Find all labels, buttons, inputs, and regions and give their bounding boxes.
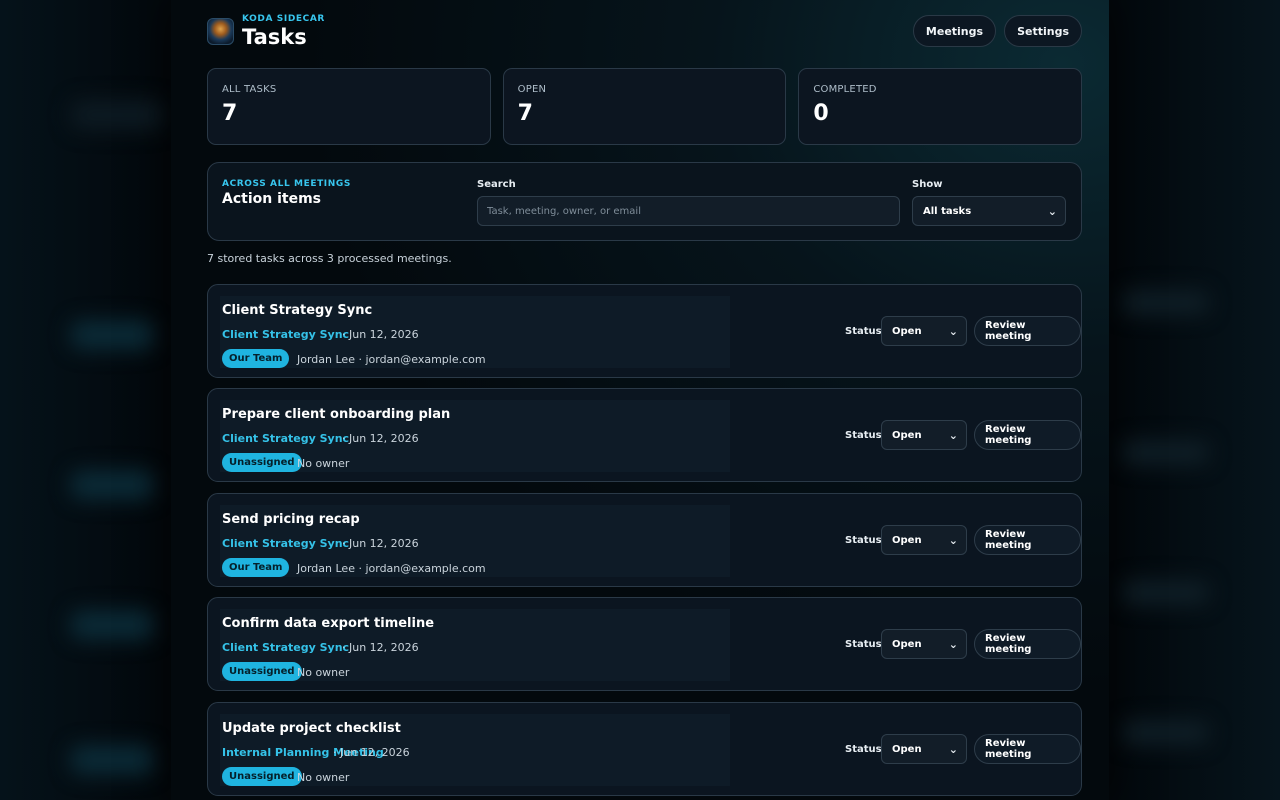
brand-label: KODA SIDECAR <box>242 14 325 24</box>
stat-label: COMPLETED <box>813 84 877 95</box>
settings-button[interactable]: Settings <box>1004 15 1082 47</box>
page-title: Tasks <box>242 25 307 49</box>
task-owner: Jordan Lee · jordan@example.com <box>297 562 486 575</box>
status-label: Status <box>845 430 882 441</box>
status-select[interactable]: Open ⌄ <box>881 525 967 555</box>
show-select[interactable]: All tasks ⌄ <box>912 196 1066 226</box>
status-select-value: Open <box>892 429 922 441</box>
task-title: Prepare client onboarding plan <box>222 407 451 422</box>
chevron-down-icon: ⌄ <box>948 742 958 756</box>
search-label: Search <box>477 179 516 190</box>
background-blur-shape <box>1120 440 1210 465</box>
task-date: · Jun 12, 2026 <box>333 746 410 759</box>
review-meeting-button[interactable]: Review meeting <box>974 629 1081 659</box>
owner-badge: Unassigned <box>222 662 302 681</box>
chevron-down-icon: ⌄ <box>948 428 958 442</box>
background-blur-shape <box>70 610 155 640</box>
tasks-panel: KODA SIDECAR Tasks Meetings Settings ALL… <box>171 0 1109 800</box>
stat-card-open: OPEN 7 <box>502 68 787 145</box>
review-meeting-button[interactable]: Review meeting <box>974 525 1081 555</box>
status-select-value: Open <box>892 743 922 755</box>
status-select[interactable]: Open ⌄ <box>881 629 967 659</box>
task-meeting-link[interactable]: Client Strategy Sync <box>222 641 349 654</box>
filter-eyebrow: ACROSS ALL MEETINGS <box>222 179 351 189</box>
stat-card-all-tasks: ALL TASKS 7 <box>207 68 491 145</box>
status-select[interactable]: Open ⌄ <box>881 734 967 764</box>
background-blur-shape <box>70 745 155 775</box>
task-date: · Jun 12, 2026 <box>342 328 419 341</box>
status-label: Status <box>845 326 882 337</box>
task-summary: 7 stored tasks across 3 processed meetin… <box>207 252 452 265</box>
stat-value: 0 <box>813 101 829 126</box>
background-blur-shape <box>70 100 165 130</box>
task-meeting-link[interactable]: Client Strategy Sync <box>222 432 349 445</box>
owner-badge: Our Team <box>222 349 290 368</box>
status-select-value: Open <box>892 638 922 650</box>
task-title: Client Strategy Sync <box>222 303 373 318</box>
task-card: Update project checklist Internal Planni… <box>207 702 1082 796</box>
background-blur-shape <box>1120 290 1210 315</box>
task-date: · Jun 12, 2026 <box>342 641 419 654</box>
show-label: Show <box>912 179 943 190</box>
koda-logo-icon <box>207 18 234 45</box>
task-card: Client Strategy Sync Client Strategy Syn… <box>207 284 1082 378</box>
task-owner: Jordan Lee · jordan@example.com <box>297 353 486 366</box>
review-meeting-button[interactable]: Review meeting <box>974 420 1081 450</box>
status-select[interactable]: Open ⌄ <box>881 316 967 346</box>
task-card: Prepare client onboarding plan Client St… <box>207 388 1082 482</box>
meetings-button[interactable]: Meetings <box>912 15 997 47</box>
status-select[interactable]: Open ⌄ <box>881 420 967 450</box>
task-title: Confirm data export timeline <box>222 616 435 631</box>
owner-badge: Our Team <box>222 558 290 577</box>
header-actions: Meetings Settings <box>912 15 1082 47</box>
background-blur-shape <box>70 470 155 500</box>
owner-badge: Unassigned <box>222 453 302 472</box>
task-meeting-link[interactable]: Client Strategy Sync <box>222 328 349 341</box>
search-input[interactable] <box>477 196 900 226</box>
task-owner: No owner <box>297 457 350 470</box>
show-select-value: All tasks <box>923 205 972 217</box>
background-blur-shape <box>70 320 155 350</box>
task-date: · Jun 12, 2026 <box>342 537 419 550</box>
stat-label: OPEN <box>517 84 547 95</box>
status-select-value: Open <box>892 325 922 337</box>
task-owner: No owner <box>297 666 350 679</box>
review-meeting-button[interactable]: Review meeting <box>974 316 1081 346</box>
task-date: · Jun 12, 2026 <box>342 432 419 445</box>
task-card: Confirm data export timeline Client Stra… <box>207 597 1082 691</box>
status-label: Status <box>845 639 882 650</box>
background-blur-shape <box>1120 580 1210 605</box>
chevron-down-icon: ⌄ <box>948 533 958 547</box>
status-label: Status <box>845 744 882 755</box>
chevron-down-icon: ⌄ <box>948 637 958 651</box>
task-owner: No owner <box>297 771 350 784</box>
task-title: Send pricing recap <box>222 512 360 527</box>
filter-panel: ACROSS ALL MEETINGS Action items Search … <box>207 162 1082 241</box>
page-header: KODA SIDECAR Tasks Meetings Settings <box>207 14 1082 54</box>
stats-row: ALL TASKS 7 OPEN 7 COMPLETED 0 <box>207 68 1083 145</box>
stat-value: 7 <box>222 101 238 126</box>
owner-badge: Unassigned <box>222 767 302 786</box>
task-title: Update project checklist <box>222 721 401 736</box>
background-blur-shape <box>1120 720 1210 745</box>
stat-card-completed: COMPLETED 0 <box>798 68 1083 145</box>
status-select-value: Open <box>892 534 922 546</box>
chevron-down-icon: ⌄ <box>1047 204 1057 218</box>
chevron-down-icon: ⌄ <box>948 324 958 338</box>
stat-value: 7 <box>517 101 533 126</box>
review-meeting-button[interactable]: Review meeting <box>974 734 1081 764</box>
task-card: Send pricing recap Client Strategy Sync … <box>207 493 1082 587</box>
status-label: Status <box>845 535 882 546</box>
task-meeting-link[interactable]: Client Strategy Sync <box>222 537 349 550</box>
stat-label: ALL TASKS <box>222 84 277 95</box>
filter-title: Action items <box>222 191 321 207</box>
